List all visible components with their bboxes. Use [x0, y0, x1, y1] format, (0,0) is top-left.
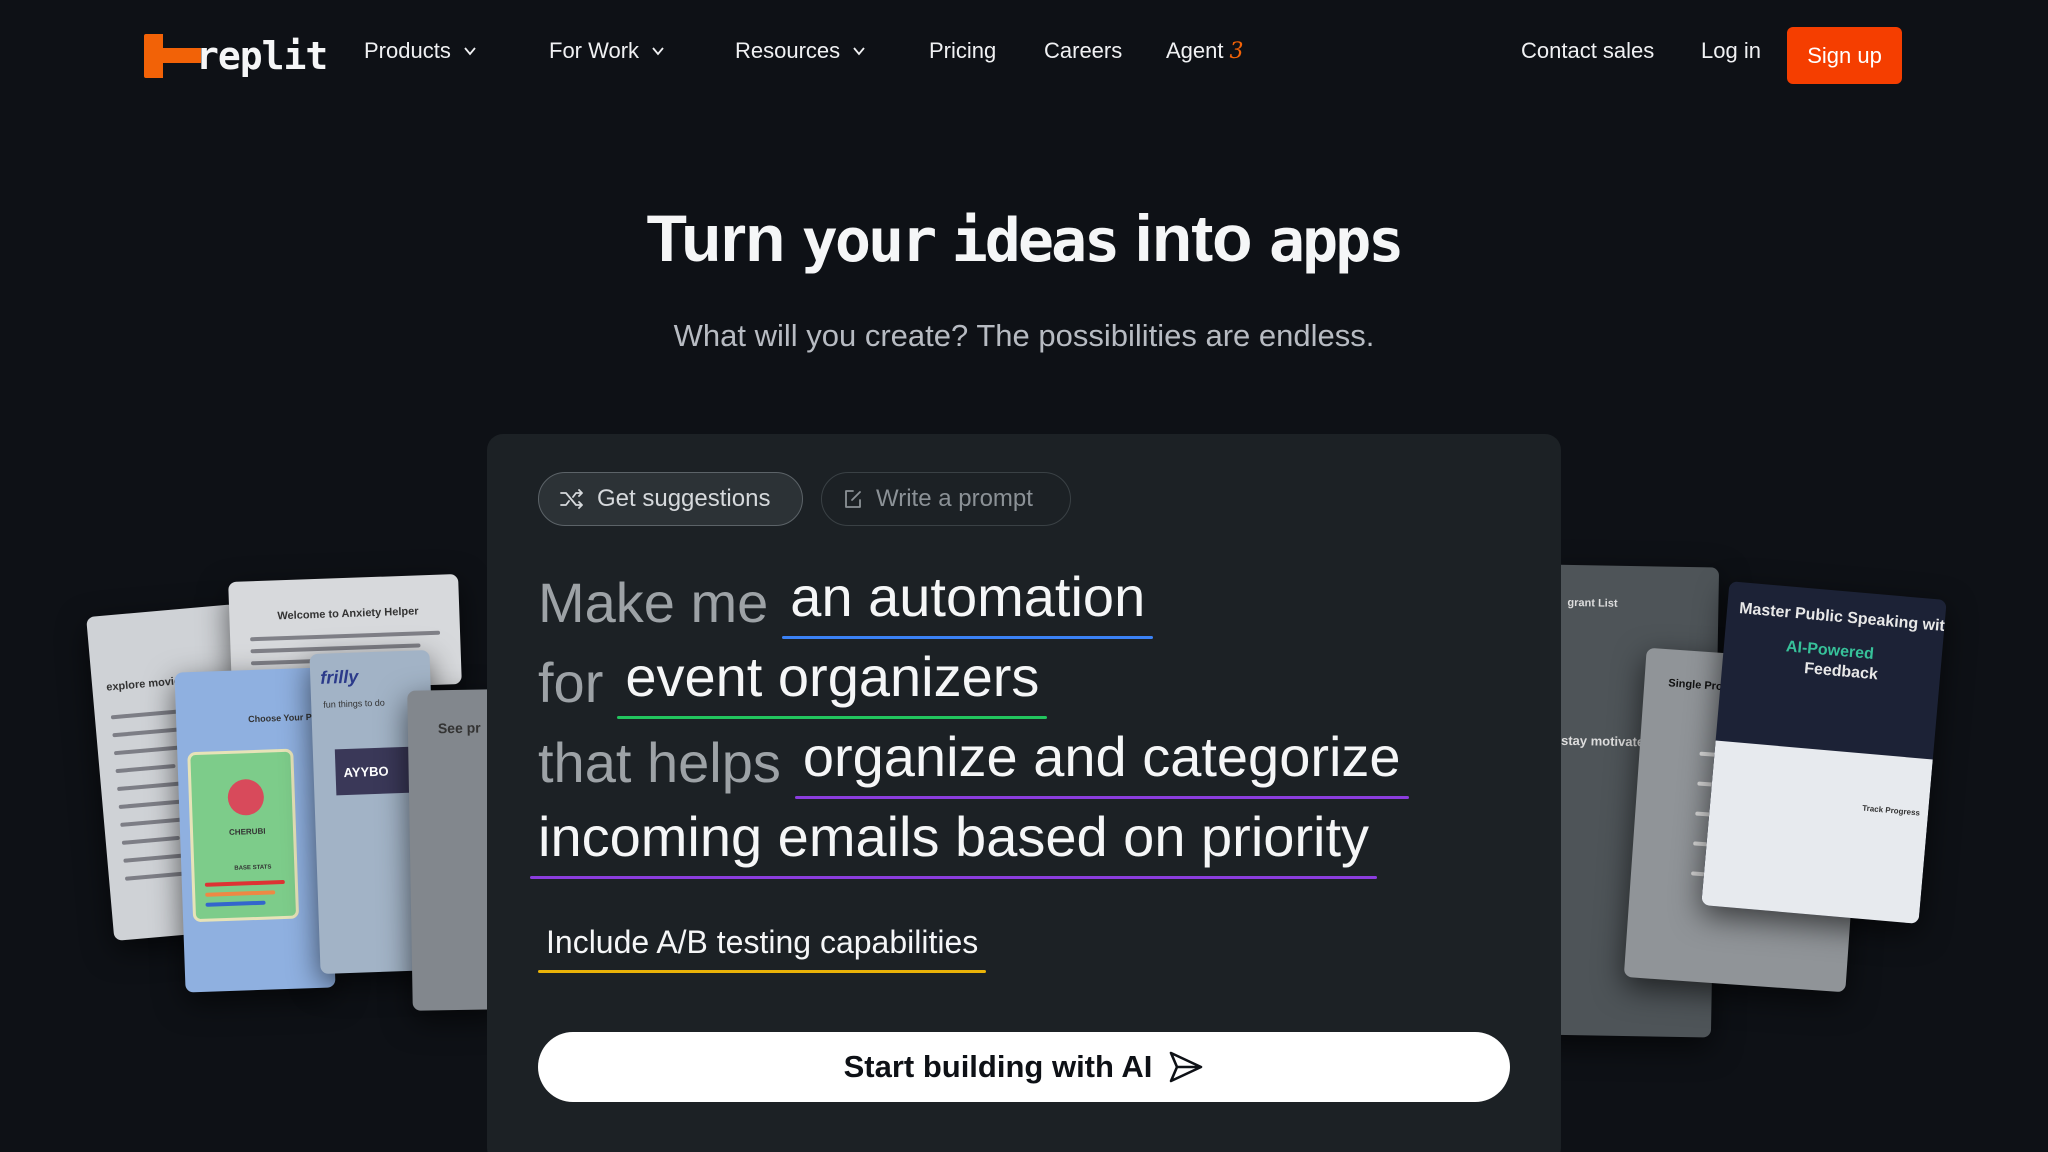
prompt-extra-requirement: Include A/B testing capabilities [538, 924, 987, 973]
signup-button[interactable]: Sign up [1787, 27, 1902, 84]
prompt-line: that helps organize and categorize [538, 724, 1409, 799]
card-title-tail: Feedback [1803, 659, 1879, 684]
card-brand: frilly [319, 666, 359, 688]
start-building-label: Start building with AI [843, 1049, 1153, 1084]
contact-sales-link[interactable]: Contact sales [1521, 38, 1654, 64]
card-title: Choose Your P [247, 711, 312, 725]
prompt-line: incoming emails based on priority [530, 804, 1378, 879]
login-link[interactable]: Log in [1701, 38, 1761, 64]
card-text: fun things to do [323, 697, 385, 710]
get-suggestions-label: Get suggestions [597, 485, 771, 512]
prompt-panel: Get suggestions Write a prompt Make me a… [487, 434, 1561, 1152]
replit-logo[interactable]: replit [144, 34, 328, 78]
shuffle-icon [560, 489, 583, 509]
chevron-down-icon [464, 47, 476, 56]
prompt-line: for event organizers [538, 644, 1048, 719]
hero-subtitle: What will you create? The possibilities … [673, 318, 1375, 353]
card-stats-label: BASE STATS [234, 864, 272, 872]
card-creature-name: CHERUBI [228, 826, 266, 837]
chevron-down-icon [652, 47, 664, 56]
card-title: Master Public Speaking with [1738, 600, 1947, 636]
card-title-accent: AI-Powered [1785, 638, 1875, 663]
prompt-choice-purpose-continued[interactable]: incoming emails based on priority [530, 804, 1378, 879]
get-suggestions-tab[interactable]: Get suggestions [538, 472, 803, 526]
nav-agent-label: Agent [1166, 38, 1224, 63]
nav-pricing[interactable]: Pricing [929, 38, 996, 64]
nav-careers[interactable]: Careers [1044, 38, 1122, 64]
write-prompt-label: Write a prompt [876, 485, 1033, 512]
nav-products-label: Products [364, 38, 451, 63]
card-title: grant List [1567, 596, 1618, 610]
prompt-lead-text: Make me [538, 571, 769, 634]
hero-title-pixel-word: ideas [951, 206, 1121, 276]
send-icon [1170, 1051, 1203, 1083]
hero-title-pixel-word: your [801, 206, 937, 276]
hero-title-space [934, 201, 951, 275]
login-label: Log in [1701, 38, 1761, 63]
prompt-choice-purpose[interactable]: organize and categorize [794, 724, 1409, 799]
nav-products[interactable]: Products [364, 38, 477, 64]
nav-for-work[interactable]: For Work [549, 38, 665, 64]
nav-resources[interactable]: Resources [735, 38, 866, 64]
write-prompt-tab[interactable]: Write a prompt [821, 472, 1071, 526]
card-title: Welcome to Anxiety Helper [277, 605, 419, 623]
hero-title-pixel-word: apps [1268, 206, 1404, 276]
start-building-button[interactable]: Start building with AI [538, 1032, 1510, 1102]
nav-for-work-label: For Work [549, 38, 640, 63]
card-event: AYYBO [343, 763, 389, 781]
nav-careers-label: Careers [1044, 38, 1123, 63]
card-text: See pr [437, 719, 481, 737]
card-text: stay motivated [1560, 732, 1653, 750]
hero-title-word: into [1117, 201, 1269, 275]
agent-version-badge: 3 [1229, 38, 1244, 64]
top-navigation: replit Products For Work Resources Prici… [0, 0, 2048, 110]
hero-title: Turn your ideas into apps [0, 200, 2048, 276]
brand-name: replit [196, 34, 328, 78]
nav-agent[interactable]: Agent 3 [1166, 38, 1244, 64]
replit-logo-icon [144, 34, 201, 78]
hero-title-word: Turn [646, 201, 802, 275]
prompt-lead-text: for [538, 651, 604, 714]
prompt-choice-type[interactable]: an automation [782, 564, 1154, 639]
app-preview-card: Master Public Speaking with AI-Powered F… [1701, 581, 1947, 924]
nav-resources-label: Resources [735, 38, 841, 63]
chevron-down-icon [853, 47, 865, 56]
edit-icon [845, 490, 861, 508]
extra-requirement-chip[interactable]: Include A/B testing capabilities [538, 924, 987, 973]
prompt-line: Make me an automation [538, 564, 1154, 639]
contact-sales-label: Contact sales [1521, 38, 1655, 63]
prompt-lead-text: that helps [538, 731, 781, 794]
prompt-choice-audience[interactable]: event organizers [617, 644, 1048, 719]
nav-pricing-label: Pricing [929, 38, 997, 63]
